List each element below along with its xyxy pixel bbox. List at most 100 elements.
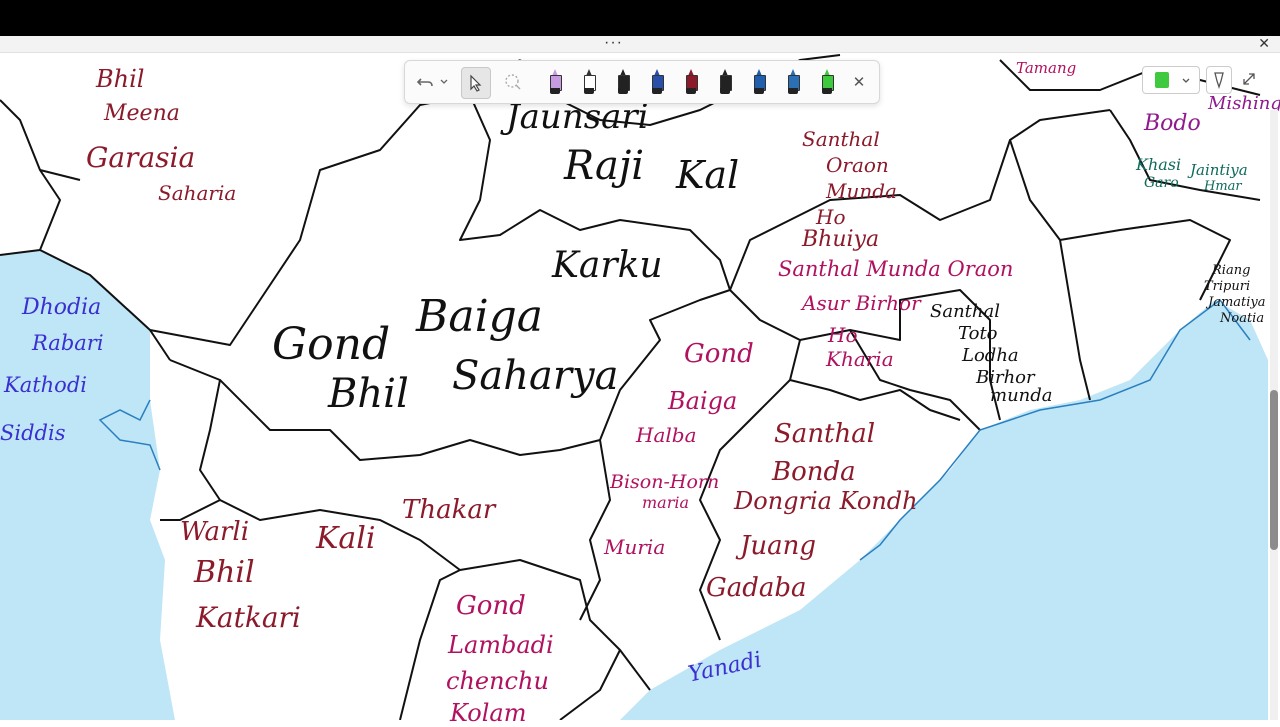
label-bhil-mp: Bhil	[328, 371, 409, 417]
highlighter-purple-pen-button[interactable]	[541, 67, 569, 97]
label-munda-bihar: Munda	[826, 179, 897, 203]
label-warli: Warli	[180, 517, 250, 547]
close-window-icon[interactable]: ✕	[1258, 35, 1270, 52]
label-ho-bihar: Ho	[816, 205, 846, 229]
pen-blue-button[interactable]	[643, 67, 671, 97]
map-canvas[interactable]: Bhil Meena Garasia Saharia Dhodia Rabari…	[0, 53, 1280, 727]
label-baiga-mp: Baiga	[416, 291, 544, 342]
pen-icon	[617, 69, 630, 95]
label-kolam: Kolam	[450, 699, 527, 727]
expand-button[interactable]	[1238, 66, 1260, 92]
scrollbar-thumb[interactable]	[1270, 390, 1278, 550]
pen-icon	[753, 69, 766, 95]
chevron-down-icon	[1182, 78, 1190, 83]
top-black-bar	[0, 0, 1280, 36]
label-juang: Juang	[740, 531, 817, 561]
label-garasia: Garasia	[86, 141, 196, 174]
pen-maroon-button[interactable]	[677, 67, 705, 97]
chevron-down-icon	[440, 79, 448, 84]
label-lambadi: Lambadi	[448, 631, 554, 659]
label-gond-ap: Gond	[456, 591, 526, 621]
label-bhil-mh: Bhil	[194, 555, 255, 590]
label-santhal-bihar: Santhal	[802, 127, 880, 151]
label-jaintiya: Jaintiya	[1190, 161, 1248, 179]
pen-toolbar: ✕	[404, 60, 880, 104]
label-baiga-cg: Baiga	[668, 387, 738, 415]
label-karku: Karku	[552, 245, 663, 286]
label-bhil-northwest: Bhil	[96, 65, 145, 93]
notebook-icon	[1155, 72, 1169, 88]
label-kali: Kali	[316, 521, 376, 556]
label-asur-birhor: Asur Birhor	[802, 291, 921, 315]
pen-outline-button[interactable]	[575, 67, 603, 97]
vertical-scrollbar[interactable]	[1270, 110, 1278, 720]
label-meena: Meena	[104, 101, 180, 126]
pen-icon	[821, 69, 834, 95]
label-oraon-bihar: Oraon	[826, 153, 889, 177]
label-gond-cg: Gond	[684, 339, 754, 369]
label-munda-wb: munda	[990, 385, 1053, 406]
label-kharia: Kharia	[826, 347, 894, 371]
label-saharia-nw: Saharia	[158, 181, 237, 205]
close-icon: ✕	[852, 74, 866, 91]
label-riang: Riang	[1212, 263, 1251, 278]
label-gadaba: Gadaba	[706, 573, 807, 603]
label-lodha: Lodha	[962, 345, 1019, 366]
pen-icon	[719, 69, 732, 95]
label-chenchu: chenchu	[446, 667, 549, 695]
pen-icon	[685, 69, 698, 95]
label-halba: Halba	[636, 423, 697, 447]
label-bonda: Bonda	[772, 457, 856, 487]
pen-icon	[583, 69, 596, 95]
label-noatia: Noatia	[1220, 311, 1265, 326]
pen-blue-3-button[interactable]	[779, 67, 807, 97]
pointer-icon	[470, 74, 482, 92]
arabian-sea	[0, 250, 175, 720]
pen-blue-2-button[interactable]	[745, 67, 773, 97]
label-maria: maria	[642, 493, 690, 512]
undo-icon	[416, 78, 433, 87]
more-options-icon[interactable]: ···	[604, 34, 623, 52]
notebook-selector[interactable]	[1142, 66, 1200, 94]
close-toolbar-button[interactable]: ✕	[845, 67, 873, 97]
label-muria: Muria	[604, 535, 666, 559]
label-kathodi: Kathodi	[4, 373, 87, 397]
label-santhal-odisha: Santhal	[774, 419, 876, 449]
label-santhal-wb: Santhal	[930, 301, 1000, 322]
undo-button[interactable]	[411, 67, 439, 97]
label-bhuiya: Bhuiya	[802, 227, 880, 252]
label-bison-horn: Bison-Horn	[610, 471, 720, 493]
pen-icon	[549, 69, 562, 95]
label-bodo: Bodo	[1144, 111, 1201, 136]
pen-icon	[651, 69, 664, 95]
label-jamatiya: Jamatiya	[1208, 295, 1266, 310]
ink-toggle-button[interactable]	[1206, 66, 1232, 94]
label-siddis: Siddis	[0, 421, 66, 445]
expand-icon	[1243, 73, 1255, 85]
label-hmar: Hmar	[1204, 179, 1242, 194]
label-garo: Garo	[1144, 175, 1179, 191]
label-rabari: Rabari	[32, 331, 104, 355]
label-kal: Kal	[676, 153, 740, 197]
label-toto: Toto	[958, 323, 998, 344]
pen-icon	[1214, 72, 1224, 90]
label-raji: Raji	[564, 143, 645, 189]
highlighter-green-button[interactable]	[813, 67, 841, 97]
lasso-icon	[505, 74, 521, 90]
label-katkari: Katkari	[196, 601, 301, 634]
pen-black-2-button[interactable]	[711, 67, 739, 97]
label-tamang: Tamang	[1016, 59, 1077, 77]
label-dongria-kondh: Dongria Kondh	[734, 487, 918, 515]
window-chrome: ··· ✕	[0, 34, 1280, 53]
lasso-button[interactable]	[499, 67, 527, 97]
select-tool-button[interactable]	[461, 67, 491, 99]
label-dhodia: Dhodia	[22, 295, 102, 320]
pen-black-button[interactable]	[609, 67, 637, 97]
label-santhal-munda-oraon: Santhal Munda Oraon	[778, 257, 1014, 281]
undo-dropdown[interactable]	[437, 67, 451, 97]
label-gond-mp: Gond	[272, 319, 391, 370]
label-sahariya: Saharya	[452, 353, 619, 399]
label-thakar: Thakar	[402, 495, 496, 525]
label-khasi: Khasi	[1136, 155, 1182, 174]
pen-icon	[787, 69, 800, 95]
